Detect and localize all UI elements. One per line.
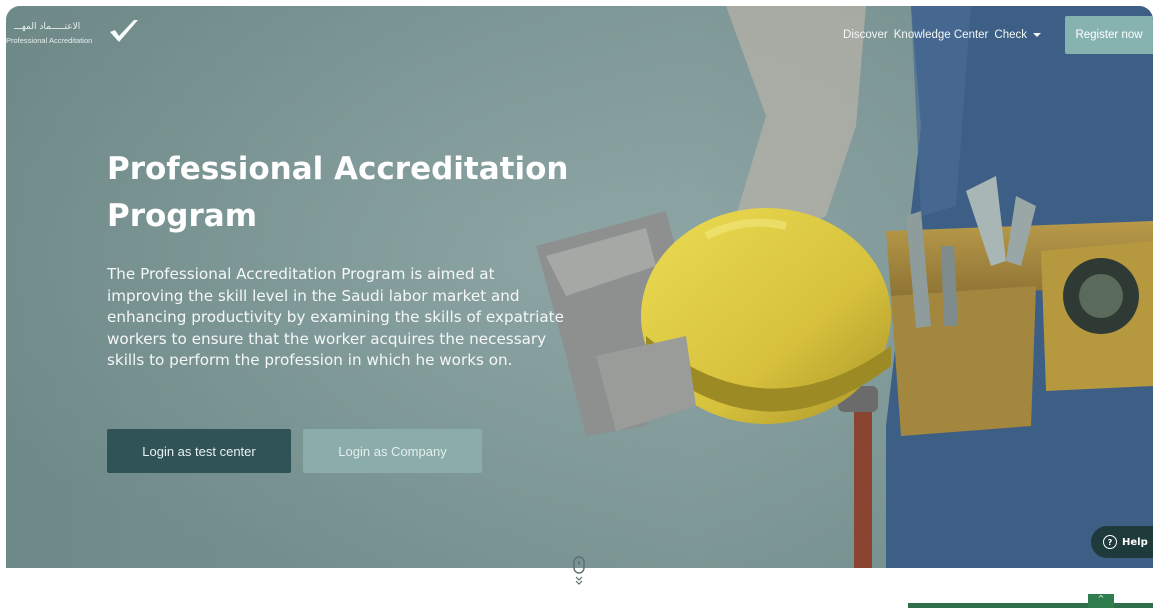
title-line-1: Professional Accreditation <box>107 151 569 187</box>
register-now-button[interactable]: Register now <box>1065 16 1153 54</box>
scroll-mouse-icon[interactable] <box>571 555 587 587</box>
logo-arabic-text: الاعتـــــماد المهـــ <box>14 22 81 32</box>
nav-check-label: Check <box>994 29 1027 41</box>
hero-section: الاعتـــــماد المهـــ Professional Accre… <box>6 6 1153 568</box>
browser-frame: الاعتـــــماد المهـــ Professional Accre… <box>6 6 1153 608</box>
caret-down-icon <box>1033 33 1041 37</box>
title-line-2: Program <box>107 198 258 234</box>
hero-description: The Professional Accreditation Program i… <box>107 265 564 369</box>
nav-knowledge-center[interactable]: Knowledge Center <box>894 29 989 41</box>
check-logo-icon <box>110 20 138 42</box>
nav-check-dropdown[interactable]: Check <box>994 29 1041 41</box>
bottom-green-bar <box>908 603 1153 608</box>
nav-discover[interactable]: Discover <box>843 29 888 41</box>
logo-english-text: Professional Accreditation <box>6 36 93 45</box>
login-company-button[interactable]: Login as Company <box>303 429 482 473</box>
top-navigation: Discover Knowledge Center Check Register… <box>843 16 1153 54</box>
page-title: Professional Accreditation Program <box>107 146 577 240</box>
chevron-up-icon[interactable]: ^ <box>1088 594 1114 608</box>
site-logo[interactable]: الاعتـــــماد المهـــ Professional Accre… <box>6 20 146 56</box>
login-test-center-button[interactable]: Login as test center <box>107 429 291 473</box>
